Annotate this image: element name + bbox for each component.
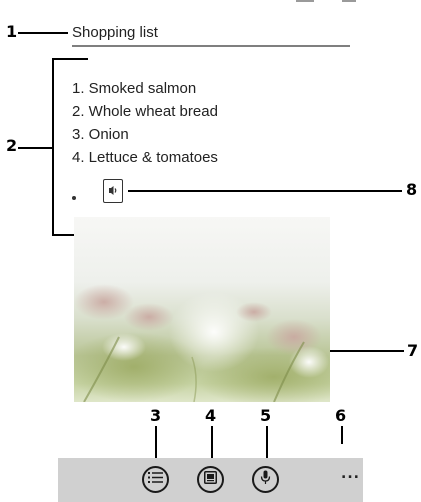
bullet-point — [72, 196, 76, 200]
callout-1: 1 — [6, 22, 18, 41]
callout-8: 8 — [406, 180, 418, 199]
status-bar-battery — [342, 0, 356, 2]
microphone-icon — [260, 470, 271, 490]
callout-3: 3 — [150, 406, 162, 425]
list-button[interactable] — [142, 466, 169, 493]
attached-photo[interactable] — [74, 217, 330, 402]
callout-8-line — [128, 190, 402, 192]
callout-6-line — [341, 426, 343, 444]
callout-7-line — [330, 350, 404, 352]
list-item: 4. Lettuce & tomatoes — [72, 149, 218, 166]
list-item: 1. Smoked salmon — [72, 80, 197, 97]
callout-2-line — [18, 147, 54, 149]
callout-1-line — [18, 32, 68, 34]
callout-2: 2 — [6, 136, 18, 155]
app-bar: ... — [58, 458, 363, 502]
list-item: 2. Whole wheat bread — [72, 103, 218, 120]
more-options-button[interactable]: ... — [341, 466, 360, 482]
photo-button[interactable] — [197, 466, 224, 493]
audio-note-icon[interactable] — [103, 179, 123, 203]
callout-5: 5 — [260, 406, 272, 425]
list-icon — [148, 471, 163, 489]
callout-6: 6 — [335, 406, 347, 425]
callout-7: 7 — [407, 341, 419, 360]
callout-2-bracket-top — [52, 58, 88, 60]
voice-note-button[interactable] — [252, 466, 279, 493]
callout-2-bracket — [52, 58, 54, 236]
note-title[interactable]: Shopping list — [72, 24, 158, 41]
list-item: 3. Onion — [72, 126, 129, 143]
photo-icon — [204, 470, 217, 489]
status-bar-signal — [296, 0, 314, 2]
callout-4: 4 — [205, 406, 217, 425]
title-underline — [72, 45, 350, 47]
